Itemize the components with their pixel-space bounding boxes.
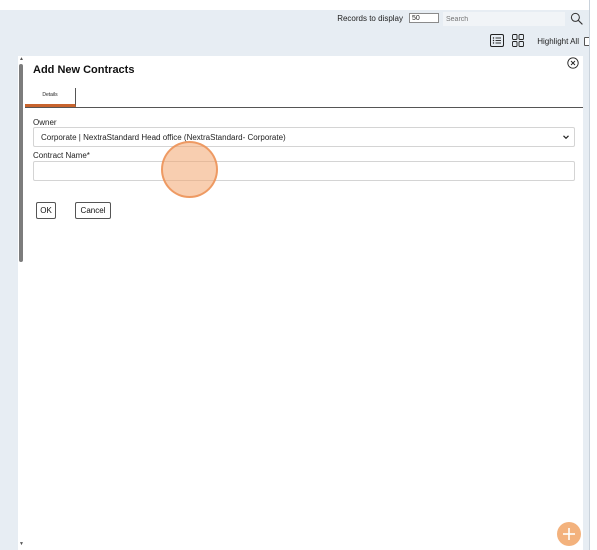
tab-details[interactable]: Details xyxy=(25,88,76,107)
scroll-up-arrow[interactable]: ▲ xyxy=(19,56,24,62)
contract-name-input[interactable] xyxy=(33,161,575,181)
owner-selected-value: Corporate | NextraStandard Head office (… xyxy=(41,133,286,142)
page: Records to display Highlight All ▲ ▼ xyxy=(0,0,597,550)
cancel-button[interactable]: Cancel xyxy=(75,202,111,219)
list-view-icon[interactable] xyxy=(490,34,504,47)
view-toolbar: Highlight All xyxy=(0,34,597,50)
scroll-down-arrow[interactable]: ▼ xyxy=(19,541,24,547)
close-icon[interactable] xyxy=(567,57,579,69)
contract-name-label: Contract Name* xyxy=(33,151,90,160)
ok-button[interactable]: OK xyxy=(36,202,56,219)
owner-select[interactable]: Corporate | NextraStandard Head office (… xyxy=(33,127,575,147)
owner-label: Owner xyxy=(33,118,57,127)
add-button[interactable] xyxy=(557,522,581,546)
scrollbar-thumb[interactable] xyxy=(19,64,23,262)
search-input[interactable] xyxy=(443,12,565,26)
tab-divider xyxy=(25,107,583,108)
modal-title: Add New Contracts xyxy=(33,64,135,76)
window-edge xyxy=(589,0,597,550)
records-to-display-input[interactable] xyxy=(409,13,439,23)
top-strip xyxy=(0,0,597,10)
search-icon[interactable] xyxy=(570,12,583,25)
records-toolbar: Records to display xyxy=(0,12,589,30)
add-icon xyxy=(563,528,575,540)
chevron-down-icon xyxy=(563,135,569,140)
highlight-all-label: Highlight All xyxy=(537,37,579,46)
records-to-display-label: Records to display xyxy=(337,14,403,23)
grid-view-icon[interactable] xyxy=(512,34,524,47)
